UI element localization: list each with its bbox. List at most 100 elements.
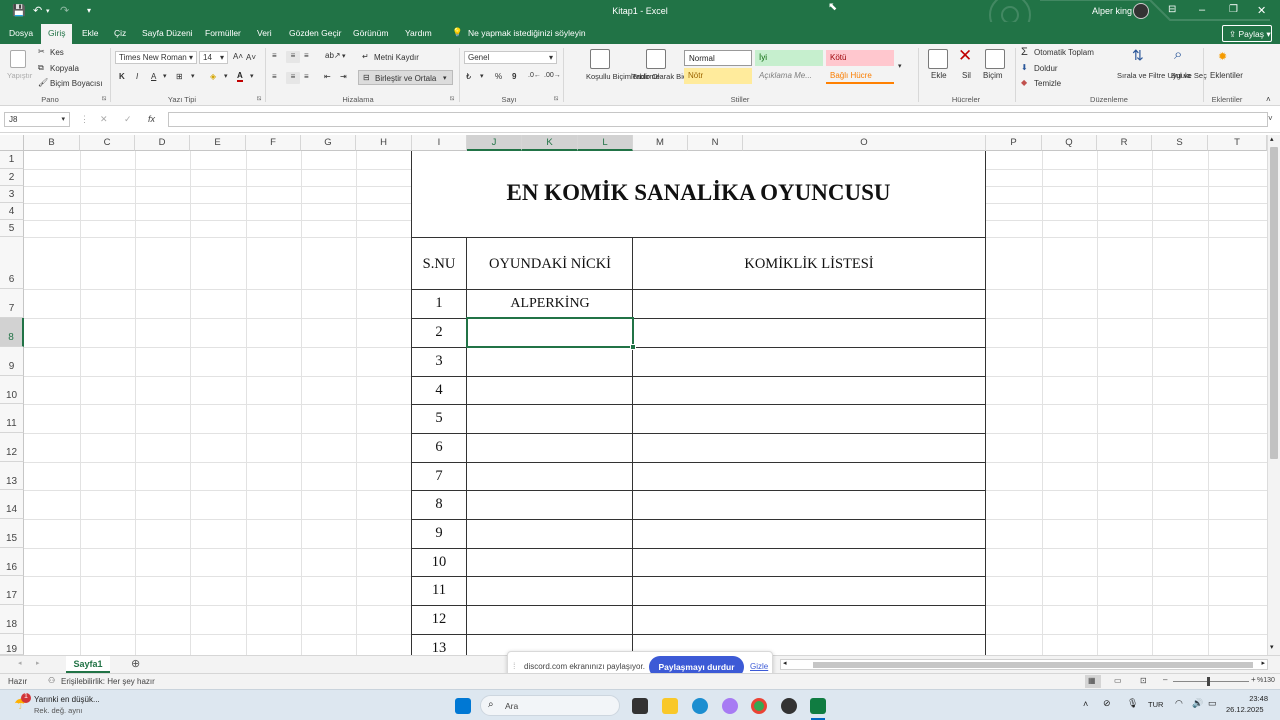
tab-yardim[interactable]: Yardım <box>405 28 432 38</box>
tray-app-icon[interactable]: ⊘ <box>1103 698 1111 709</box>
column-header[interactable]: P <box>986 135 1042 151</box>
copy-icon[interactable]: ⧉ <box>38 63 44 73</box>
row-header[interactable]: 13 <box>0 462 24 490</box>
fill-color-icon[interactable]: ◈ <box>210 72 216 81</box>
row-header[interactable]: 5 <box>0 220 24 237</box>
horizontal-scroll-thumb[interactable] <box>813 662 1253 668</box>
align-left-icon[interactable]: ≡ <box>272 72 277 81</box>
tab-giris[interactable]: Giriş <box>41 24 73 44</box>
column-header[interactable]: C <box>80 135 135 151</box>
file-explorer-icon[interactable] <box>662 698 678 714</box>
task-view-icon[interactable] <box>632 698 648 714</box>
insert-cells-button[interactable]: Ekle <box>931 71 947 80</box>
row-header[interactable]: 19 <box>0 634 24 655</box>
merge-center-button[interactable]: ⊟ Birleştir ve Ortala ▾ <box>358 70 453 85</box>
align-right-icon[interactable]: ≡ <box>304 72 309 81</box>
language-indicator[interactable]: TUR <box>1148 700 1163 709</box>
column-header[interactable]: E <box>190 135 246 151</box>
clipboard-launcher-icon[interactable]: ⧅ <box>102 95 106 103</box>
vertical-scrollbar[interactable]: ▴ ▾ <box>1267 135 1280 655</box>
vertical-scroll-thumb[interactable] <box>1270 147 1278 459</box>
number-format-box[interactable]: Genel ▾ <box>464 51 557 64</box>
clear-icon[interactable]: ◆ <box>1021 78 1027 87</box>
worksheet-grid[interactable]: B C D E F G H I J K L M N O P Q R S T 1 … <box>0 135 1267 655</box>
chrome-icon[interactable] <box>751 698 767 714</box>
row-header[interactable]: 15 <box>0 519 24 548</box>
format-cells-icon[interactable] <box>985 49 1005 69</box>
alignment-launcher-icon[interactable]: ⧅ <box>450 95 454 103</box>
prev-sheet-icon[interactable]: ◂ <box>18 659 22 667</box>
page-layout-icon[interactable]: ▭ <box>1114 676 1122 685</box>
fill-color-dropdown-icon[interactable]: ▾ <box>224 72 228 80</box>
zoom-slider[interactable] <box>1173 681 1249 682</box>
column-header[interactable]: B <box>24 135 80 151</box>
name-box[interactable]: J8 ▾ <box>4 112 70 127</box>
drag-handle-icon[interactable]: ⁞ <box>513 661 516 671</box>
fill-icon[interactable]: ⬇ <box>1021 63 1028 72</box>
next-sheet-icon[interactable]: ▸ <box>36 659 40 667</box>
format-painter-button[interactable]: Biçim Boyacısı <box>50 79 102 88</box>
edge-icon[interactable] <box>692 698 708 714</box>
scroll-down-icon[interactable]: ▾ <box>1270 643 1274 651</box>
underline-button[interactable]: A <box>151 72 156 81</box>
font-name-box[interactable]: Times New Roman ▾ <box>115 51 197 64</box>
tab-veri[interactable]: Veri <box>257 28 272 38</box>
row-header[interactable]: 9 <box>0 347 24 376</box>
scroll-right-icon[interactable]: ▸ <box>1261 659 1265 667</box>
tab-ekle[interactable]: Ekle <box>82 28 99 38</box>
column-header[interactable]: L <box>578 135 633 151</box>
row-header[interactable]: 8 <box>0 318 24 347</box>
microphone-icon[interactable]: 🎙 <box>1127 698 1138 709</box>
taskbar-search-box[interactable]: ⌕ Ara <box>480 695 620 716</box>
align-bottom-icon[interactable]: ≡ <box>304 51 309 60</box>
zoom-level[interactable]: %130 <box>1257 677 1275 684</box>
minimize-icon[interactable]: – <box>1199 4 1205 16</box>
column-header[interactable]: Q <box>1042 135 1097 151</box>
currency-icon[interactable]: ₺ <box>466 72 471 81</box>
wrap-text-icon[interactable]: ↵ <box>362 52 369 61</box>
row-header[interactable]: 4 <box>0 203 24 220</box>
column-header[interactable]: S <box>1152 135 1208 151</box>
clear-button[interactable]: Temizle <box>1034 79 1061 88</box>
column-header[interactable]: R <box>1097 135 1152 151</box>
style-neutral[interactable]: Nötr <box>684 68 752 84</box>
add-sheet-icon[interactable]: ⊕ <box>131 657 140 670</box>
customize-toolbar-icon[interactable]: ▾ <box>87 6 91 15</box>
scroll-up-icon[interactable]: ▴ <box>1270 135 1274 143</box>
font-size-box[interactable]: 14 ▾ <box>199 51 228 64</box>
styles-more-icon[interactable]: ▾ <box>898 62 902 70</box>
row-header[interactable]: 14 <box>0 490 24 519</box>
style-normal[interactable]: Normal <box>684 50 752 66</box>
column-header[interactable]: G <box>301 135 356 151</box>
find-select-button[interactable]: Bul ve Seç <box>1171 71 1207 80</box>
share-button[interactable]: ⇪ Paylaş ▾ <box>1222 25 1272 42</box>
column-header[interactable]: F <box>246 135 301 151</box>
percent-button[interactable]: % <box>495 72 502 81</box>
row-header[interactable]: 3 <box>0 186 24 203</box>
clock-time[interactable]: 23:48 <box>1230 694 1268 703</box>
hide-banner-link[interactable]: Gizle <box>750 662 768 671</box>
borders-icon[interactable]: ⊞ <box>176 72 183 81</box>
conditional-formatting-icon[interactable] <box>590 49 610 69</box>
tab-dosya[interactable]: Dosya <box>9 28 33 38</box>
user-name[interactable]: Alper king <box>1092 6 1132 16</box>
font-launcher-icon[interactable]: ⧅ <box>257 95 261 103</box>
delete-cells-icon[interactable]: ✕ <box>958 46 972 66</box>
normal-view-button[interactable]: ▦ <box>1085 675 1101 688</box>
expand-formula-bar-icon[interactable]: ˅ <box>1268 114 1273 123</box>
align-middle-button[interactable]: ≡ <box>286 51 300 63</box>
battery-icon[interactable]: ▭ <box>1208 698 1217 709</box>
tab-gorunum[interactable]: Görünüm <box>353 28 388 38</box>
format-cells-button[interactable]: Biçim <box>983 71 1003 80</box>
wifi-icon[interactable]: ◠ <box>1175 698 1183 709</box>
underline-dropdown-icon[interactable]: ▾ <box>163 72 167 80</box>
select-all-corner[interactable] <box>0 135 24 151</box>
copilot-icon[interactable] <box>722 698 738 714</box>
tab-ciz[interactable]: Çiz <box>114 28 126 38</box>
style-good[interactable]: İyi <box>755 50 823 66</box>
format-painter-icon[interactable]: 🖌 <box>38 78 48 87</box>
comma-style-button[interactable]: 9 <box>512 72 516 81</box>
column-header[interactable]: K <box>522 135 578 151</box>
save-icon[interactable]: 💾 <box>12 4 26 17</box>
column-header[interactable]: D <box>135 135 190 151</box>
